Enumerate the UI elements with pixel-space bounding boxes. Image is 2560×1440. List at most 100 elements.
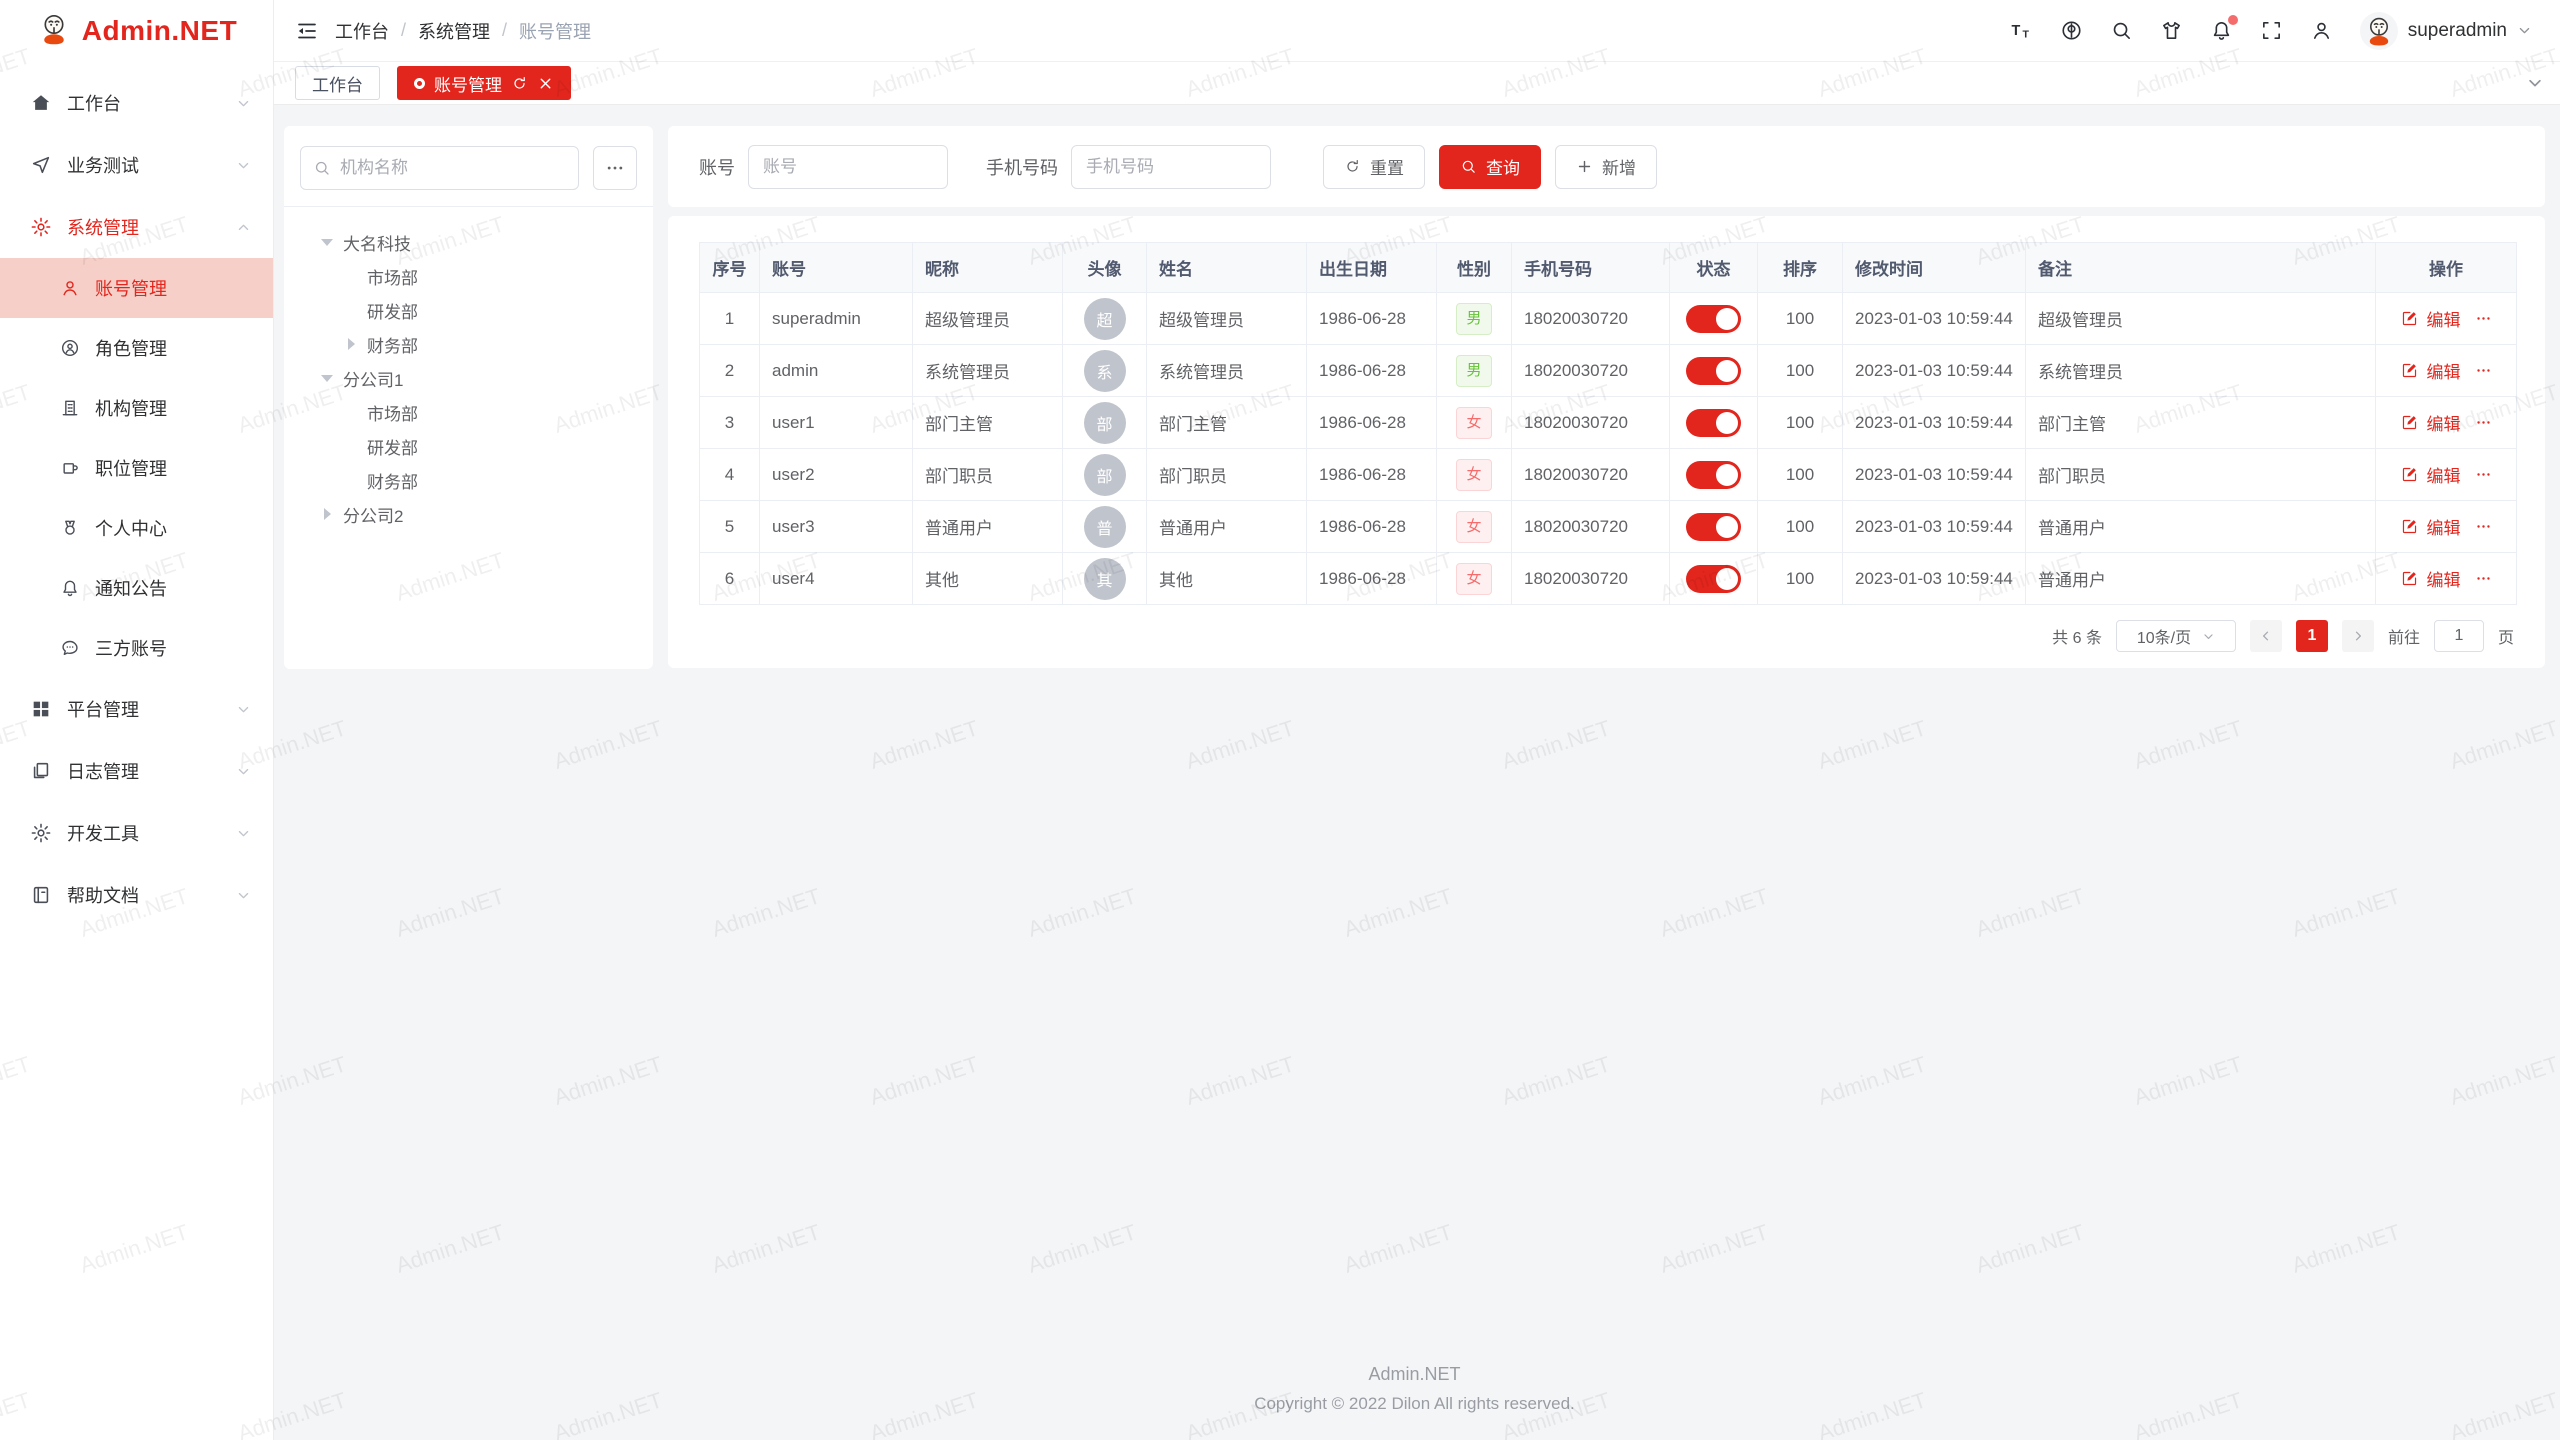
edit-icon[interactable] <box>2401 570 2418 587</box>
font-size-icon[interactable]: TT <box>2010 19 2033 42</box>
edit-icon[interactable] <box>2401 362 2418 379</box>
tabs-options-icon[interactable] <box>2526 74 2544 92</box>
goto-page-input[interactable] <box>2434 620 2484 652</box>
query-button[interactable]: 查询 <box>1439 145 1541 189</box>
theme-icon[interactable] <box>2160 19 2183 42</box>
sidebar-item-开发工具[interactable]: 开发工具 <box>0 802 273 864</box>
menu-fold-icon[interactable] <box>295 19 319 43</box>
search-icon[interactable] <box>2110 19 2133 42</box>
next-page-button[interactable] <box>2342 620 2374 652</box>
sidebar-item-系统管理[interactable]: 系统管理 <box>0 196 273 258</box>
org-search-input[interactable] <box>340 158 566 178</box>
sidebar-item-平台管理[interactable]: 平台管理 <box>0 678 273 740</box>
cell-phone: 18020030720 <box>1512 449 1670 501</box>
user-menu[interactable]: superadmin <box>2360 12 2532 50</box>
tree-node-大名科技[interactable]: 大名科技 <box>300 225 637 259</box>
fullscreen-icon[interactable] <box>2260 19 2283 42</box>
edit-icon[interactable] <box>2401 466 2418 483</box>
breadcrumb-item[interactable]: 系统管理 <box>418 18 490 44</box>
avatar: 部 <box>1084 454 1126 496</box>
cell-phone: 18020030720 <box>1512 345 1670 397</box>
page-size-select[interactable]: 10条/页 <box>2116 620 2236 652</box>
caret-collapsed-icon[interactable] <box>324 508 331 520</box>
tab-账号管理[interactable]: 账号管理 <box>397 66 571 100</box>
profile-icon[interactable] <box>2310 19 2333 42</box>
notification-icon[interactable] <box>2210 19 2233 42</box>
sidebar-subitem-三方账号[interactable]: 三方账号 <box>0 618 273 678</box>
cell-remark: 部门职员 <box>2026 449 2376 501</box>
app-logo[interactable]: Admin.NET <box>0 0 273 62</box>
more-actions-icon[interactable] <box>2475 310 2492 327</box>
cell-birthdate: 1986-06-28 <box>1307 553 1437 605</box>
close-icon[interactable] <box>537 75 554 92</box>
sidebar-subitem-职位管理[interactable]: 职位管理 <box>0 438 273 498</box>
page-1-button[interactable]: 1 <box>2296 620 2328 652</box>
more-actions-icon[interactable] <box>2475 466 2492 483</box>
status-toggle[interactable] <box>1686 461 1741 489</box>
sidebar-item-日志管理[interactable]: 日志管理 <box>0 740 273 802</box>
tree-node-研发部[interactable]: 研发部 <box>300 293 637 327</box>
edit-icon[interactable] <box>2401 310 2418 327</box>
sidebar-subitem-个人中心[interactable]: 个人中心 <box>0 498 273 558</box>
page-size-value: 10条/页 <box>2137 624 2191 648</box>
more-actions-icon[interactable] <box>2475 414 2492 431</box>
sidebar-subitem-角色管理[interactable]: 角色管理 <box>0 318 273 378</box>
edit-link[interactable]: 编辑 <box>2427 514 2461 539</box>
sidebar-subitem-通知公告[interactable]: 通知公告 <box>0 558 273 618</box>
active-tab-dot-icon <box>414 78 425 89</box>
cell-order: 100 <box>1758 397 1843 449</box>
cell-birthdate: 1986-06-28 <box>1307 501 1437 553</box>
tree-node-财务部[interactable]: 财务部 <box>300 327 637 361</box>
org-more-button[interactable] <box>593 146 637 190</box>
more-actions-icon[interactable] <box>2475 362 2492 379</box>
status-toggle[interactable] <box>1686 305 1741 333</box>
account-input[interactable] <box>748 145 948 189</box>
tab-工作台[interactable]: 工作台 <box>295 66 380 100</box>
more-actions-icon[interactable] <box>2475 518 2492 535</box>
tree-node-分公司2[interactable]: 分公司2 <box>300 497 637 531</box>
edit-icon[interactable] <box>2401 414 2418 431</box>
sidebar-item-业务测试[interactable]: 业务测试 <box>0 134 273 196</box>
status-toggle[interactable] <box>1686 565 1741 593</box>
refresh-icon[interactable] <box>511 75 528 92</box>
language-icon[interactable] <box>2060 19 2083 42</box>
main-area: 工作台/系统管理/账号管理 TT superadmin 工作台账号管理 <box>274 0 2560 1440</box>
tree-node-市场部[interactable]: 市场部 <box>300 259 637 293</box>
cell-name: 部门职员 <box>1147 449 1307 501</box>
caret-expanded-icon[interactable] <box>321 239 333 246</box>
status-toggle[interactable] <box>1686 513 1741 541</box>
tree-node-市场部[interactable]: 市场部 <box>300 395 637 429</box>
breadcrumb-item[interactable]: 工作台 <box>335 18 389 44</box>
avatar: 系 <box>1084 350 1126 392</box>
building-icon <box>60 398 80 418</box>
table-row: 3user1部门主管部部门主管1986-06-28女18020030720100… <box>700 397 2517 449</box>
status-toggle[interactable] <box>1686 357 1741 385</box>
phone-input[interactable] <box>1071 145 1271 189</box>
edit-link[interactable]: 编辑 <box>2427 306 2461 331</box>
topbar: 工作台/系统管理/账号管理 TT superadmin <box>274 0 2560 62</box>
tree-node-财务部[interactable]: 财务部 <box>300 463 637 497</box>
sidebar-subitem-账号管理[interactable]: 账号管理 <box>0 258 273 318</box>
edit-link[interactable]: 编辑 <box>2427 358 2461 383</box>
content-row: 大名科技市场部研发部财务部分公司1市场部研发部财务部分公司2 账号 手机号码 重… <box>284 126 2545 669</box>
edit-link[interactable]: 编辑 <box>2427 462 2461 487</box>
sidebar-subitem-机构管理[interactable]: 机构管理 <box>0 378 273 438</box>
cell-gender: 男 <box>1437 293 1512 345</box>
status-toggle[interactable] <box>1686 409 1741 437</box>
sidebar-item-工作台[interactable]: 工作台 <box>0 72 273 134</box>
add-button[interactable]: 新增 <box>1555 145 1657 189</box>
edit-icon[interactable] <box>2401 518 2418 535</box>
home-icon <box>30 92 52 114</box>
cell-birthdate: 1986-06-28 <box>1307 397 1437 449</box>
sidebar-subitem-label: 职位管理 <box>95 455 167 481</box>
tree-node-分公司1[interactable]: 分公司1 <box>300 361 637 395</box>
more-actions-icon[interactable] <box>2475 570 2492 587</box>
reset-button[interactable]: 重置 <box>1323 145 1425 189</box>
sidebar-item-帮助文档[interactable]: 帮助文档 <box>0 864 273 926</box>
prev-page-button[interactable] <box>2250 620 2282 652</box>
caret-collapsed-icon[interactable] <box>348 338 355 350</box>
caret-expanded-icon[interactable] <box>321 375 333 382</box>
tree-node-研发部[interactable]: 研发部 <box>300 429 637 463</box>
edit-link[interactable]: 编辑 <box>2427 410 2461 435</box>
edit-link[interactable]: 编辑 <box>2427 566 2461 591</box>
